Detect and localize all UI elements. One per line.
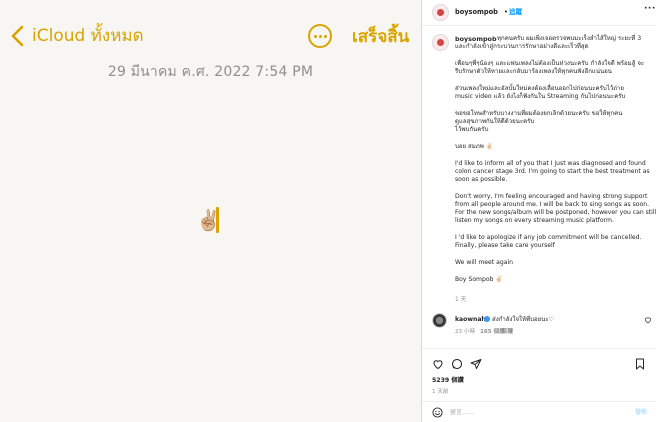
caption-line: ไว้พบกันครับ (455, 126, 489, 133)
notes-toolbar: iCloud ทั้งหมด เสร็จสิ้น (0, 0, 421, 60)
caption-line: รีบรักษาตัวให้หายและกลับมาร้องเพลงให้ทุก… (455, 68, 612, 75)
notes-done-label: เสร็จสิ้น (352, 27, 410, 47)
like-heart-icon[interactable] (432, 358, 444, 370)
author-avatar[interactable] (432, 4, 449, 21)
comment-text: ส่งกำลังใจให้พี่บอยนะ♡ (492, 316, 555, 323)
caption-line: Finally, please take care yourself (455, 242, 555, 249)
add-comment-bar: 發佈 (422, 401, 656, 422)
caption-line: soon as possible. (455, 176, 508, 183)
post-comment-button[interactable]: 發佈 (635, 409, 647, 417)
notes-back-label: iCloud ทั้งหมด (32, 26, 144, 46)
comment-timestamp[interactable]: 23 小時 (455, 328, 475, 336)
emoji-icon[interactable] (432, 407, 443, 418)
author-username[interactable]: boysompob (455, 8, 498, 16)
caption-line: บอย สมภพ ✌🏻 (455, 143, 494, 150)
post-action-bar (422, 348, 656, 378)
commenter-username[interactable]: kaownah (455, 316, 486, 324)
comment-reply-button[interactable]: 回覆 (502, 328, 513, 336)
caption-avatar[interactable] (432, 34, 449, 51)
caption-line: listen my songs on every streaming music… (455, 217, 614, 224)
note-date: 29 มีนาคม ค.ศ. 2022 7:54 PM (107, 64, 314, 80)
comment-input[interactable] (450, 406, 620, 419)
follow-button[interactable]: 追蹤 (509, 8, 522, 16)
post-header: boysompob • 追蹤 ··· (422, 0, 656, 26)
share-send-icon[interactable] (470, 358, 482, 370)
caption-timestamp[interactable]: 1 天 (455, 296, 466, 304)
comment-bubble-icon[interactable] (451, 358, 463, 370)
more-icon (308, 24, 332, 48)
more-options-icon[interactable]: ··· (644, 4, 656, 13)
caption-line: We will meet again (455, 259, 514, 266)
save-bookmark-icon[interactable] (634, 358, 646, 370)
caption-line: และกำลังเข้าสู่กระบวนการรักษาอย่างดีและเ… (455, 43, 589, 50)
text-caret (216, 207, 219, 233)
post-age: 1 天前 (432, 389, 449, 395)
post-photo: iCloud ทั้งหมด เสร็จสิ้น 29 มีนาคม ค.ศ. … (0, 0, 421, 422)
caption-line: music video แล้ว ยังไงก็ฟังกันใน Streami… (455, 93, 626, 100)
verified-badge-icon (484, 316, 490, 322)
separator-dot: • (504, 8, 508, 16)
caption-line: Boy Sompob ✌🏻 (455, 276, 503, 283)
commenter-avatar[interactable] (432, 313, 447, 328)
comment-like-icon[interactable] (644, 316, 652, 324)
post-side-panel: boysompob • 追蹤 ··· boysompob ทุกคนครับ ผ… (422, 0, 656, 422)
likes-count[interactable]: 5239 個讚 (432, 377, 464, 385)
chevron-left-icon (11, 25, 24, 47)
